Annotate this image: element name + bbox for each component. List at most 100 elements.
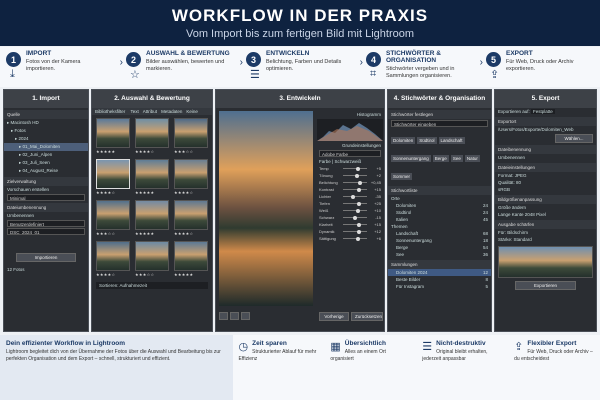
thumbnail-cell[interactable]: ★★★★☆	[96, 159, 130, 195]
star-rating[interactable]: ★★★☆☆	[174, 149, 208, 154]
reset-button[interactable]: Zurücksetzen	[351, 312, 383, 321]
develop-slider[interactable]: Belichtung +0,45	[316, 179, 384, 186]
keyword-tag[interactable]: Dolomiten	[391, 137, 416, 144]
develop-slider[interactable]: Kontrast +15	[316, 186, 384, 193]
collections-section[interactable]: Sammlungen	[388, 260, 491, 269]
keyword-tag[interactable]: Sonnenuntergang	[391, 155, 431, 162]
slider-knob[interactable]	[356, 187, 361, 192]
rename-checkbox[interactable]: Umbenennen	[4, 212, 88, 219]
places-group[interactable]: Orte	[388, 195, 491, 202]
file-settings-section[interactable]: Dateieinstellungen	[495, 163, 596, 172]
slider-knob[interactable]	[355, 173, 360, 178]
rename-example[interactable]: DSC_2024_01	[7, 228, 85, 235]
sharpen-section[interactable]: Ausgabe schärfen	[495, 220, 596, 229]
filter-tab[interactable]: Keine	[186, 109, 198, 114]
grid-view-icon[interactable]	[219, 312, 228, 320]
keyword-item[interactable]: Italien 45	[388, 216, 491, 223]
keyword-item[interactable]: Landschaft 68	[388, 230, 491, 237]
photo-thumbnail[interactable]	[96, 159, 130, 189]
star-rating[interactable]: ★★★★☆	[174, 231, 208, 236]
thumbnail-cell[interactable]: ★★★★☆	[96, 241, 130, 277]
pixel-value[interactable]: 2048	[525, 212, 535, 217]
slider-knob[interactable]	[356, 208, 361, 213]
keyword-item[interactable]: Berge 54	[388, 244, 491, 251]
slider-knob[interactable]	[356, 222, 361, 227]
keyword-tag[interactable]: Sommer	[391, 173, 413, 180]
keyword-list-section[interactable]: Stichwortliste	[388, 186, 491, 195]
star-rating[interactable]: ★★★★☆	[135, 149, 169, 154]
sharpen-for-select[interactable]: Bildschirm	[507, 230, 528, 235]
thumbnail-cell[interactable]: ★★★★☆	[174, 200, 208, 236]
photo-thumbnail[interactable]	[96, 200, 130, 230]
file-naming-section[interactable]: Dateibenennung	[495, 145, 596, 154]
photo-thumbnail[interactable]	[135, 118, 169, 148]
develop-slider[interactable]: Temp +5	[316, 165, 384, 172]
star-rating[interactable]: ★★★★☆	[96, 272, 130, 277]
folder-item[interactable]: ▸ 02_Juni_Alpen	[4, 151, 88, 159]
folder-item[interactable]: ▸ 03_Juli_Seen	[4, 159, 88, 167]
thumbnail-cell[interactable]: ★★★☆☆	[135, 241, 169, 277]
slider-track[interactable]	[343, 194, 367, 199]
slider-knob[interactable]	[351, 194, 356, 199]
thumbnail-cell[interactable]: ★★★★★	[174, 241, 208, 277]
photo-thumbnail[interactable]	[96, 118, 130, 148]
thumbnail-cell[interactable]: ★★★★★	[135, 200, 169, 236]
keyword-item[interactable]: See 36	[388, 251, 491, 258]
quality-value[interactable]: 80	[516, 180, 521, 185]
slider-track[interactable]	[343, 229, 367, 234]
thumbnail-cell[interactable]: ★★★★☆	[135, 118, 169, 154]
thumbnail-cell[interactable]: ★★★☆☆	[174, 118, 208, 154]
photo-thumbnail[interactable]	[96, 241, 130, 271]
dest-section[interactable]: Zielverwaltung	[4, 177, 88, 186]
photo-thumbnail[interactable]	[174, 118, 208, 148]
star-rating[interactable]: ★★★★★	[96, 149, 130, 154]
slider-knob[interactable]	[353, 215, 358, 220]
slider-knob[interactable]	[357, 201, 362, 206]
develop-slider[interactable]: Klarheit +15	[316, 221, 384, 228]
slider-track[interactable]	[343, 236, 367, 241]
photo-thumbnail[interactable]	[174, 200, 208, 230]
develop-slider[interactable]: Dynamik +12	[316, 228, 384, 235]
import-button[interactable]: Importieren	[16, 253, 76, 262]
collection-item[interactable]: Dolomiten 2024 12	[388, 269, 491, 276]
profile-select[interactable]: Adobe Farbe	[319, 150, 381, 157]
folder-item[interactable]: ▸ Macintosh HD	[4, 119, 88, 127]
choose-folder-button[interactable]: Wählen...	[555, 134, 593, 143]
star-rating[interactable]: ★★★☆☆	[135, 272, 169, 277]
filter-tab[interactable]: Metadaten	[161, 109, 182, 114]
treatment-color[interactable]: Farbe	[319, 159, 331, 164]
keyword-item[interactable]: Dolomiten 24	[388, 202, 491, 209]
keyword-tag[interactable]: Natur	[464, 155, 480, 162]
long-edge-select[interactable]: Lange Kante	[498, 212, 524, 217]
export-button[interactable]: Exportieren	[515, 281, 576, 290]
star-rating[interactable]: ★★★★★	[174, 272, 208, 277]
slider-track[interactable]	[343, 208, 367, 213]
develop-slider[interactable]: Tiefen +25	[316, 200, 384, 207]
resize-checkbox[interactable]: Größe ändern	[495, 204, 596, 211]
rename-select[interactable]: Benutzerdefiniert	[7, 220, 85, 227]
compare-view-icon[interactable]	[241, 312, 250, 320]
keyword-tag[interactable]: Südtirol	[417, 137, 437, 144]
export-to-select[interactable]: Festplatte	[531, 109, 555, 114]
slider-knob[interactable]	[356, 229, 361, 234]
thumbnail-cell[interactable]: ★★★★★	[135, 159, 169, 195]
resize-section[interactable]: Bildgrößenanpassung	[495, 195, 596, 204]
slider-track[interactable]	[343, 173, 367, 178]
keyword-tag[interactable]: Berge	[432, 155, 449, 162]
preview-size-select[interactable]: Minimal	[7, 194, 85, 201]
slider-knob[interactable]	[355, 236, 360, 241]
keyword-section[interactable]: Stichwörter festlegen	[388, 110, 491, 119]
rename-checkbox[interactable]: Umbenennen	[495, 154, 596, 161]
slider-knob[interactable]	[357, 180, 362, 185]
collection-item[interactable]: Für Instagram 5	[388, 283, 491, 290]
slider-knob[interactable]	[356, 166, 361, 171]
source-section[interactable]: Quelle	[4, 110, 88, 119]
keyword-input[interactable]: Stichwörter eingeben	[391, 120, 488, 127]
thumbnail-cell[interactable]: ★★★☆☆	[96, 200, 130, 236]
develop-slider[interactable]: Sättigung +6	[316, 235, 384, 242]
star-rating[interactable]: ★★★☆☆	[96, 231, 130, 236]
sharpen-amount-select[interactable]: Standard	[514, 237, 532, 242]
photo-thumbnail[interactable]	[135, 241, 169, 271]
develop-slider[interactable]: Tönung +2	[316, 172, 384, 179]
develop-slider[interactable]: Weiß +10	[316, 207, 384, 214]
